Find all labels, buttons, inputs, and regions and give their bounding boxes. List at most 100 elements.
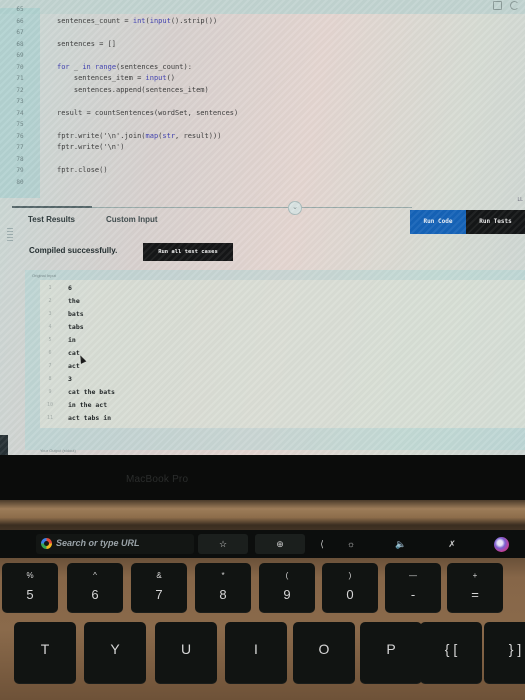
key-primary-symbol: - — [410, 587, 416, 602]
output-line-text: in the act — [68, 401, 108, 409]
mute-icon[interactable]: ✗ — [440, 534, 464, 554]
key-shift-symbol: % — [26, 571, 34, 580]
key-shift-symbol: ) — [348, 571, 352, 580]
laptop-hinge — [0, 500, 525, 525]
output-line: 11 act tabs in — [40, 412, 240, 425]
collapse-panel-toggle[interactable]: ⌄ — [288, 201, 302, 215]
collapse-chevron-icon[interactable]: ⟨ — [315, 534, 329, 554]
output-line: 2 the — [40, 295, 240, 308]
output-line-number: 11 — [46, 415, 54, 421]
tab-test-results[interactable]: Test Results — [28, 215, 75, 224]
key-y[interactable]: Y — [84, 622, 146, 684]
chevron-down-icon: ⌄ — [292, 204, 298, 211]
run-code-button[interactable]: Run Code — [410, 210, 466, 234]
key-6[interactable]: ^ 6 — [67, 563, 123, 613]
code-text: sentences = [] — [57, 39, 117, 48]
line-number: 66 — [16, 17, 24, 25]
side-dock-tab[interactable] — [0, 435, 8, 455]
key-primary-symbol: 5 — [26, 587, 34, 602]
line-number: 68 — [16, 40, 24, 48]
output-line-text: act tabs in — [68, 414, 112, 422]
stdout-section-label: Your Output (stdout) — [40, 448, 76, 453]
line-number: 74 — [16, 109, 24, 117]
output-line-text: in — [68, 336, 76, 344]
volume-icon[interactable]: 🔈 — [390, 534, 412, 554]
output-line: 7 act — [40, 360, 240, 373]
brightness-icon[interactable]: ☼ — [340, 534, 362, 554]
tab-custom-input[interactable]: Custom Input — [106, 215, 158, 224]
output-line-number: 1 — [48, 285, 52, 291]
output-line-number: 3 — [48, 311, 52, 317]
code-text: fptr.write('\n'.join(map(str, result))) — [57, 131, 222, 140]
key-shift-symbol: + — [472, 571, 478, 580]
output-line-number: 7 — [48, 363, 52, 369]
code-text: sentences.append(sentences_item) — [57, 85, 209, 94]
output-line-number: 5 — [48, 337, 52, 343]
key--[interactable]: — - — [385, 563, 441, 613]
key-9[interactable]: (9 — [259, 563, 315, 613]
resize-handle[interactable] — [7, 228, 13, 242]
key-i[interactable]: I — [225, 622, 287, 684]
key-primary-symbol: = — [471, 587, 479, 602]
output-line: 6 cat — [40, 347, 240, 360]
screen-bezel — [0, 455, 525, 500]
key-8[interactable]: * 8 — [195, 563, 251, 613]
key-label: { [ — [444, 641, 458, 657]
line-number: 80 — [16, 178, 24, 186]
key-t[interactable]: T — [14, 622, 76, 684]
key-o[interactable]: O — [293, 622, 355, 684]
key-0[interactable]: ) 0 — [322, 563, 378, 613]
key-p[interactable]: P — [360, 622, 422, 684]
output-line-number: 2 — [48, 298, 52, 304]
bookmark-star-icon[interactable]: ☆ — [198, 534, 248, 554]
code-text: sentences_item = input() — [57, 74, 176, 82]
output-line-number: 9 — [48, 389, 52, 395]
touchbar-url-placeholder: Search or type URL — [56, 538, 140, 548]
key-shift-symbol: ^ — [93, 571, 97, 580]
line-number: 65 — [16, 6, 24, 13]
output-line-text: 3 — [68, 375, 72, 383]
key-{[[interactable]: { [ — [420, 622, 482, 684]
key-shift-symbol: ( — [285, 571, 289, 580]
key-7[interactable]: & 7 — [131, 563, 187, 613]
line-number: 70 — [16, 63, 24, 71]
output-line-number: 4 — [48, 324, 52, 330]
key-=[interactable]: + = — [447, 563, 503, 613]
code-text: for _ in range(sentences_count): — [57, 62, 192, 71]
key-label: P — [386, 641, 396, 657]
key-primary-symbol: 6 — [91, 587, 99, 602]
corner-marker: LL — [517, 197, 523, 203]
compile-status: Compiled successfully. — [29, 246, 118, 255]
key-u[interactable]: U — [155, 622, 217, 684]
output-line-number: 6 — [48, 350, 52, 356]
line-number: 71 — [16, 75, 24, 82]
output-line-number: 8 — [48, 376, 52, 382]
run-tests-button[interactable]: Run Tests — [466, 210, 525, 234]
siri-icon[interactable] — [494, 537, 509, 552]
output-line-text: cat the bats — [68, 388, 115, 396]
output-line: 9 cat the bats — [40, 386, 240, 399]
line-number: 78 — [16, 155, 24, 163]
line-number: 72 — [16, 86, 24, 94]
key-label: U — [180, 641, 192, 657]
output-line: 3 bats — [40, 308, 240, 321]
output-line-number: 10 — [46, 402, 54, 408]
key-}][interactable]: } ] — [484, 622, 525, 684]
code-editor[interactable]: 65 66 sentences_count = int(input().strip(… — [0, 6, 525, 198]
output-section-label: Original Input — [32, 273, 56, 278]
key-label: } ] — [508, 641, 522, 657]
key-label: Y — [110, 641, 120, 657]
new-tab-icon[interactable]: ⊕ — [255, 534, 305, 554]
key-primary-symbol: 8 — [219, 587, 227, 602]
key-label: O — [318, 641, 330, 657]
run-all-test-cases-button[interactable]: Run all test cases — [143, 243, 233, 261]
key-shift-symbol: & — [156, 571, 162, 580]
output-line: 10 in the act — [40, 399, 240, 412]
input-listing: 1 6 2 the 3 bats 4 tabs 5 in 6 cat 7 act 8 3 9 cat the ba… — [40, 280, 525, 428]
output-line-text: bats — [68, 310, 84, 318]
output-line: 16 — [40, 282, 240, 295]
key-primary-symbol: 0 — [346, 587, 354, 602]
test-output-panel: Original Input 1 6 2 the 3 bats 4 tabs 5 in 6 cat 7 a… — [25, 270, 525, 450]
output-line: 83 — [40, 373, 240, 386]
key-5[interactable]: % 5 — [2, 563, 58, 613]
